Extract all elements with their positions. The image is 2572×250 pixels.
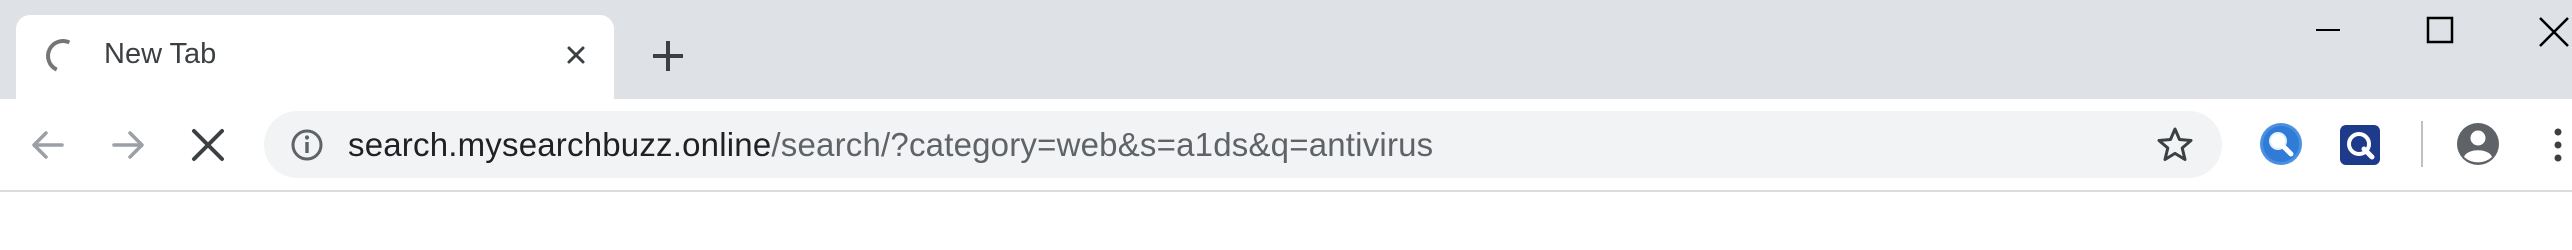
- browser-toolbar: search.mysearchbuzz.online/search/?categ…: [0, 99, 2572, 192]
- minimize-icon[interactable]: [2298, 10, 2358, 50]
- forward-arrow-icon[interactable]: [106, 123, 150, 167]
- address-bar[interactable]: search.mysearchbuzz.online/search/?categ…: [264, 111, 2222, 178]
- maximize-icon[interactable]: [2410, 10, 2470, 50]
- tab-new-tab[interactable]: New Tab: [16, 15, 614, 99]
- kebab-menu-icon[interactable]: [2548, 123, 2568, 167]
- tab-close-icon[interactable]: [562, 41, 590, 69]
- new-tab-plus-icon[interactable]: [648, 36, 688, 76]
- site-info-icon[interactable]: [290, 128, 324, 162]
- url-path: /search/?category=web&s=a1ds&q=antivirus: [771, 126, 1434, 163]
- back-arrow-icon[interactable]: [26, 123, 70, 167]
- magnifier-extension-icon[interactable]: [2258, 121, 2304, 167]
- url-host: search.mysearchbuzz.online: [348, 126, 772, 163]
- tab-title: New Tab: [104, 38, 217, 70]
- toolbar-separator: [2421, 121, 2423, 167]
- bookmark-star-icon[interactable]: [2156, 126, 2194, 164]
- search-q-extension-icon[interactable]: [2338, 123, 2382, 167]
- close-window-icon[interactable]: [2522, 10, 2572, 50]
- url-text[interactable]: search.mysearchbuzz.online/search/?categ…: [348, 126, 1433, 164]
- stop-loading-icon[interactable]: [188, 125, 228, 165]
- loading-spinner-icon: [41, 34, 85, 78]
- profile-avatar-icon[interactable]: [2455, 121, 2501, 167]
- tab-strip: New Tab: [0, 0, 2572, 99]
